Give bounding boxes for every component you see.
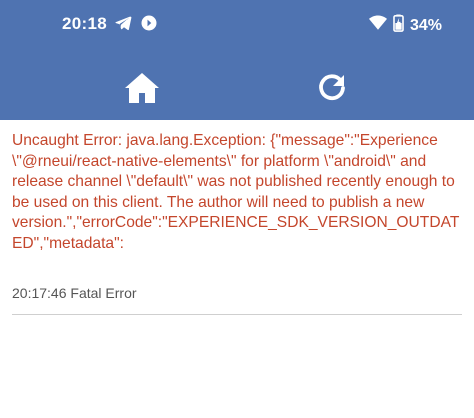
status-bar: 20:18 34% [0,0,474,50]
error-meta: 20:17:46 Fatal Error [12,284,462,302]
error-content: Uncaught Error: java.lang.Exception: {"m… [12,131,462,315]
error-message: Uncaught Error: java.lang.Exception: {"m… [12,132,460,252]
reload-icon [316,72,348,109]
battery-charging-icon [393,14,404,37]
battery-percent: 34% [409,16,442,34]
reload-button[interactable] [313,72,351,108]
media-play-icon [140,14,158,37]
wifi-icon [368,15,387,36]
app-header: 20:18 34% [0,0,474,120]
error-screen: 20:18 34% Uncaught Error: java.lang.Exce… [0,0,474,418]
status-time: 20:18 [62,14,107,33]
toolbar [0,60,474,120]
home-button[interactable] [123,72,161,108]
error-level: Fatal Error [70,284,137,301]
home-icon [124,72,160,109]
error-timestamp: 20:17:46 [12,284,67,301]
divider [12,313,462,315]
status-right: 34% [368,14,442,37]
status-left-icons [114,14,158,37]
telegram-icon [114,14,132,37]
